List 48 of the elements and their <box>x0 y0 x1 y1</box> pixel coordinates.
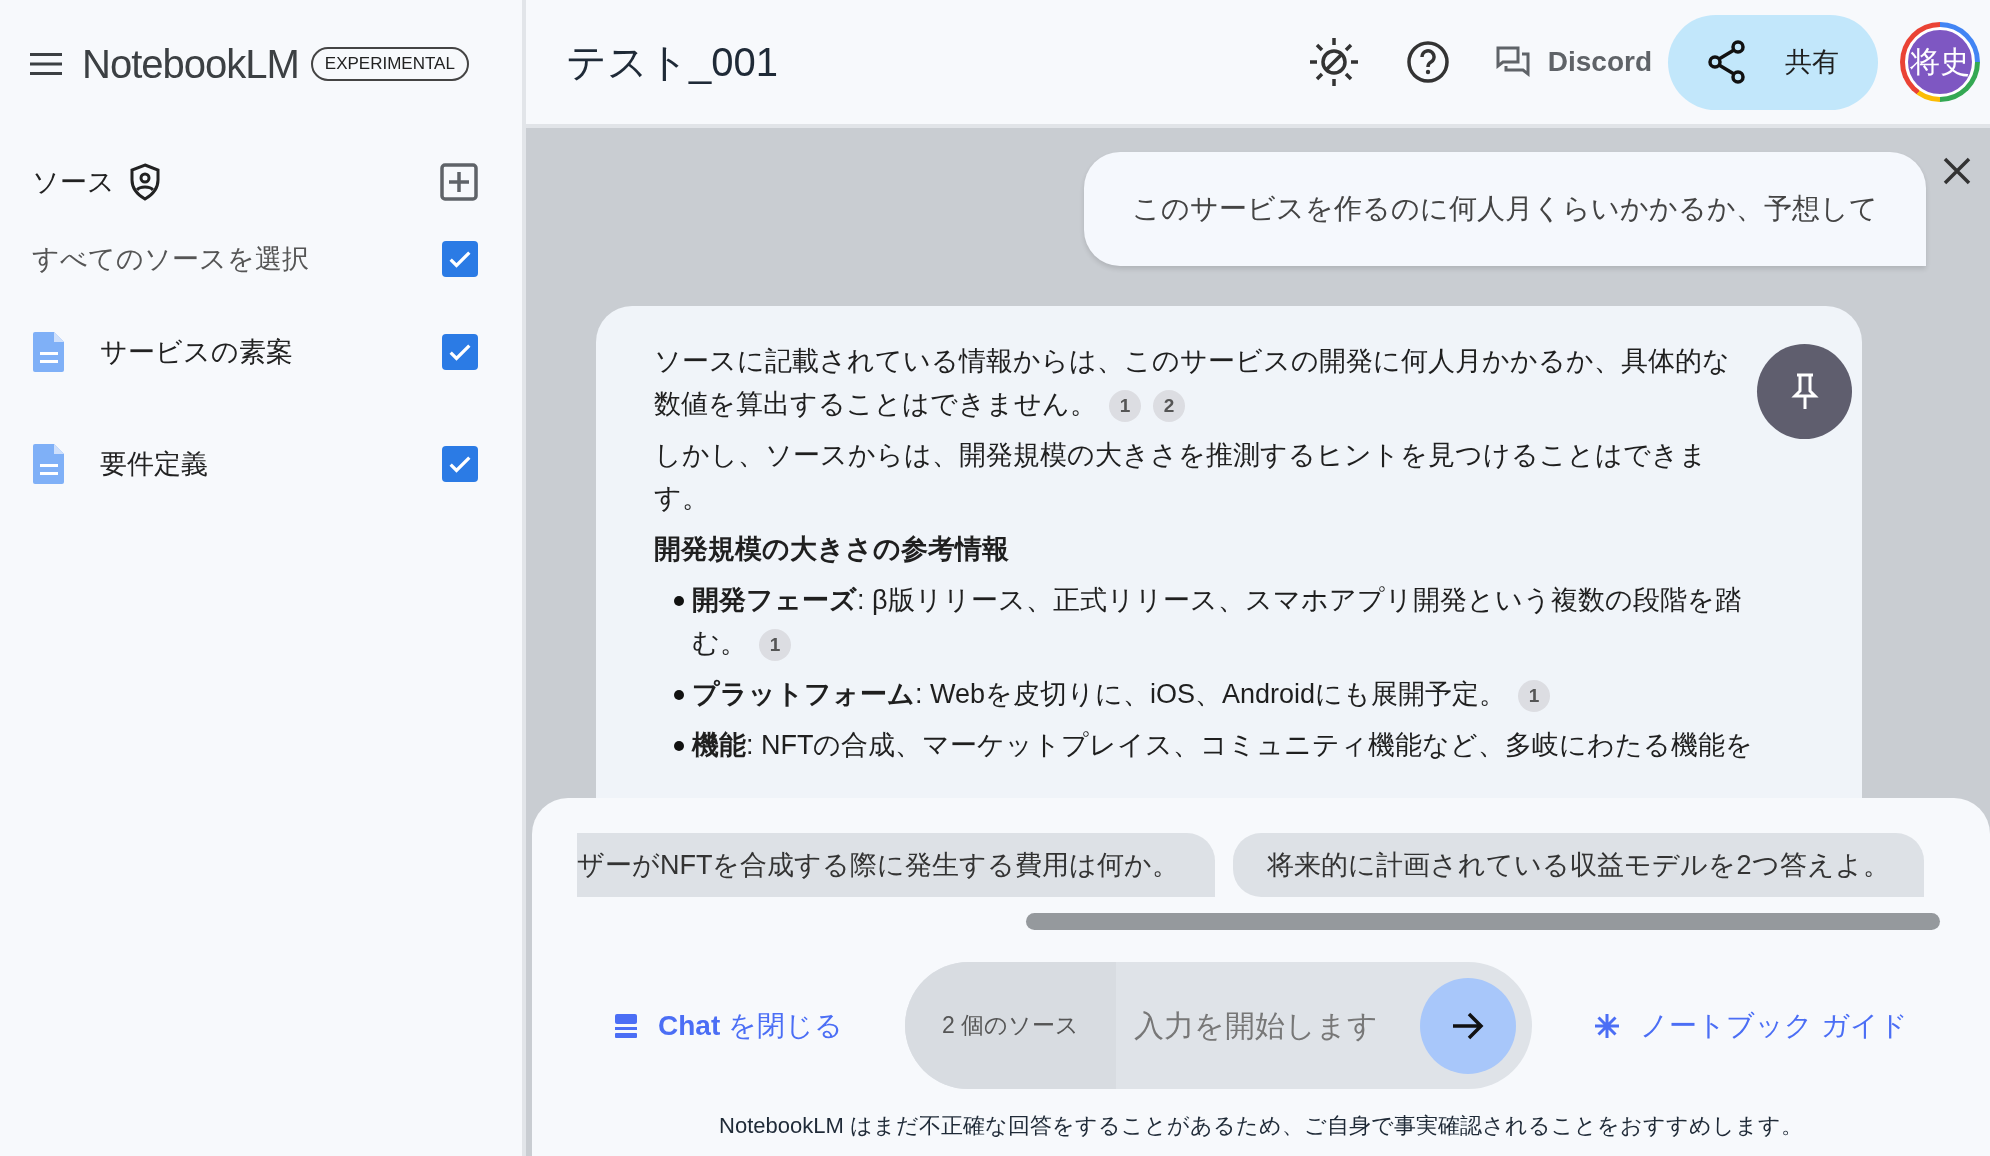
pin-icon <box>1789 371 1820 412</box>
share-icon <box>1707 40 1747 84</box>
scrollbar[interactable] <box>1026 913 1940 930</box>
source-title[interactable]: サービスの素案 <box>100 334 442 370</box>
theme-toggle-icon[interactable] <box>1307 36 1360 88</box>
select-all-label: すべてのソースを選択 <box>32 243 310 276</box>
question-bubble: このサービスを作るのに何人月くらいかかるか、予想して <box>1084 152 1926 266</box>
citation-marker[interactable]: 1 <box>1109 389 1141 422</box>
checkbox[interactable] <box>442 334 478 370</box>
sources-heading: ソース <box>32 166 115 199</box>
bullet-dot <box>674 741 684 751</box>
experimental-badge: EXPERIMENTAL <box>310 47 469 81</box>
asterisk-icon <box>1594 1012 1620 1039</box>
source-count[interactable]: 2 個のソース <box>905 962 1116 1089</box>
close-chat-link[interactable]: Chat を閉じる <box>614 1006 843 1045</box>
answer-heading: 開発規模の大きさの参考情報 <box>654 533 1010 566</box>
share-button[interactable]: 共有 <box>1668 14 1878 110</box>
discord-button[interactable]: Discord <box>1495 46 1652 78</box>
answer-text: ソースに記載されている情報からは、このサービスの開発に何人月かかるか、具体的な数値を算出することはできません。 1 2 <box>654 340 1792 426</box>
app-logo: NotebookLM <box>82 41 299 87</box>
citation-marker[interactable]: 2 <box>1153 389 1185 422</box>
add-source-icon[interactable] <box>440 163 478 201</box>
source-title[interactable]: 要件定義 <box>100 446 442 482</box>
bullet-dot <box>674 690 684 700</box>
bullet-text: プラットフォーム: Webを皮切りに、iOS、Androidにも展開予定。 1 <box>692 673 1551 716</box>
suggestion-chip[interactable]: 将来的に計画されている収益モデルを2つ答えよ。 <box>1233 833 1924 897</box>
answer-text: しかし、ソースからは、開発規模の大きさを推測するヒントを見つけることはできます。 <box>654 439 1708 515</box>
chat-input[interactable]: 2 個のソース 入力を開始します <box>905 962 1532 1089</box>
chat-bubbles-icon <box>1495 46 1530 78</box>
bullet-text: 開発フェーズ: β版リリース、正式リリース、スマホアプリ開発という複数の段階を踏む。 1 <box>692 579 1792 665</box>
citation-marker[interactable]: 1 <box>1518 679 1551 712</box>
suggestion-chip[interactable]: ザーがNFTを合成する際に発生する費用は何か。 <box>577 833 1216 897</box>
help-icon[interactable] <box>1405 40 1450 84</box>
user-avatar[interactable]: 将史 <box>1900 22 1980 102</box>
notebook-title: テスト_001 <box>566 38 779 86</box>
panel-icon <box>614 1012 638 1039</box>
citation-marker[interactable]: 1 <box>759 628 791 661</box>
bullet-dot <box>674 596 684 606</box>
document-icon <box>32 442 66 486</box>
menu-icon[interactable] <box>30 52 62 76</box>
checkbox[interactable] <box>442 446 478 482</box>
shield-icon <box>129 163 161 201</box>
arrow-right-icon <box>1451 1010 1485 1041</box>
bullet-text: 機能: NFTの合成、マーケットプレイス、コミュニティ機能など、多岐にわたる機能を <box>692 729 1754 762</box>
notebook-guide-link[interactable]: ノートブック ガイド <box>1594 1006 1908 1045</box>
checkbox[interactable] <box>442 241 478 277</box>
disclaimer-text: NotebookLM はまだ不正確な回答をすることがあるため、ご自身で事実確認されることをおすすめします。 <box>719 1112 1803 1140</box>
document-icon <box>32 330 66 374</box>
